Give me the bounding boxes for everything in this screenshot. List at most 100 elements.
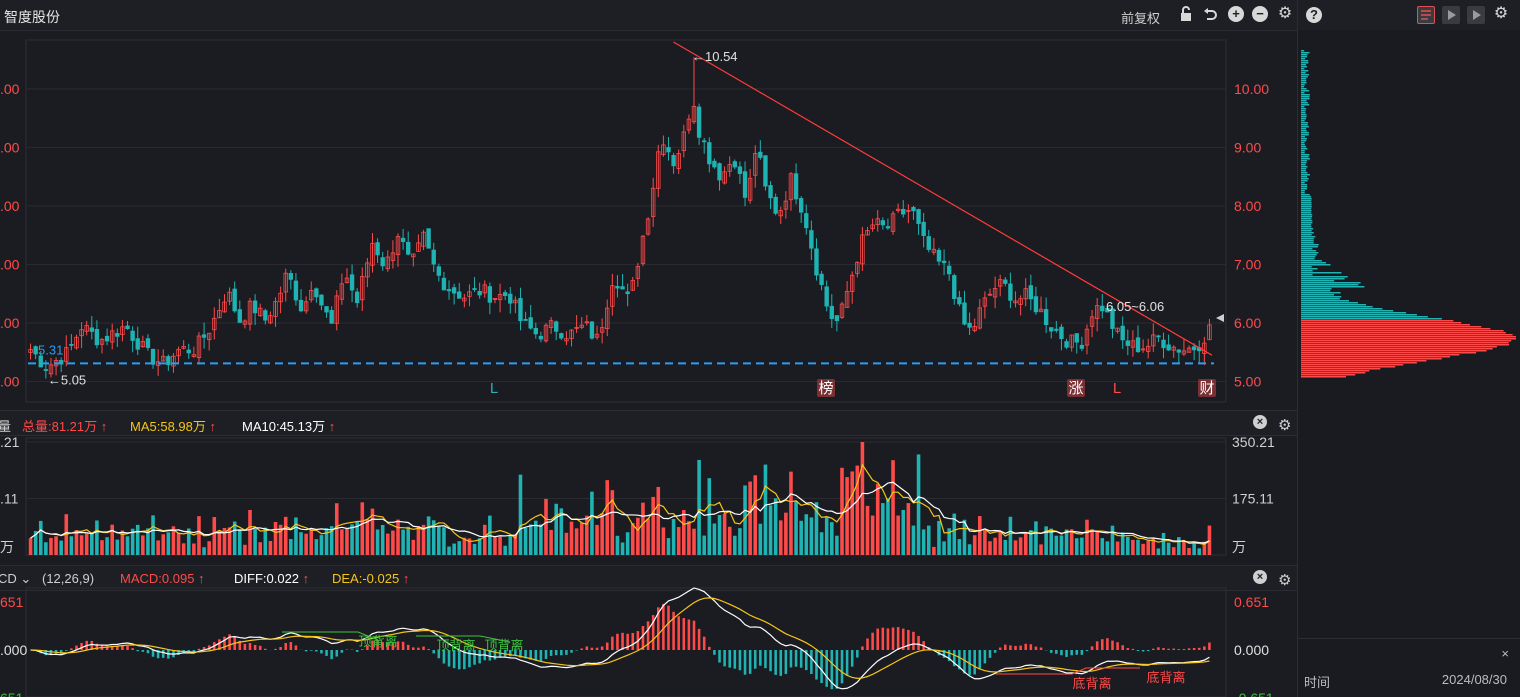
help-icon[interactable]: ?	[1306, 7, 1322, 23]
chip-bar	[1301, 236, 1316, 238]
price-candle	[395, 236, 401, 256]
volume-bar	[135, 524, 140, 555]
volume-bar	[569, 521, 574, 555]
volume-bar	[574, 528, 579, 555]
chip-bar	[1301, 112, 1306, 114]
price-candle	[1094, 305, 1100, 319]
volume-bar	[401, 529, 405, 555]
price-candle	[982, 297, 988, 307]
price-candle	[1207, 324, 1212, 341]
volume-bar	[33, 531, 38, 555]
price-candle	[324, 306, 329, 313]
volume-bar	[1126, 536, 1130, 555]
chip-bar	[1301, 170, 1307, 172]
chip-bar	[1301, 288, 1332, 290]
price-candle	[467, 291, 472, 297]
price-candle	[931, 248, 937, 253]
chip-distribution	[1301, 50, 1516, 378]
zoom-out-icon[interactable]: −	[1252, 6, 1268, 22]
price-candle	[186, 349, 191, 354]
macd-indicator-label[interactable]: CD ⌄	[0, 571, 31, 587]
event-marker: L	[490, 380, 498, 397]
volume-bar	[477, 538, 482, 555]
price-candle	[1033, 296, 1039, 313]
price-candle	[890, 213, 896, 232]
chip-bar	[1301, 216, 1313, 218]
price-candle	[130, 330, 135, 341]
volume-bar	[49, 537, 53, 555]
right-panel: ⚙ × 时间 2024/08/30	[1297, 0, 1520, 697]
price-tick-right: 6.00	[1234, 315, 1261, 331]
volume-bar	[717, 514, 722, 555]
volume-bar	[789, 471, 793, 555]
volume-bar	[294, 517, 298, 555]
chip-bar	[1301, 78, 1307, 80]
volume-bar	[600, 513, 604, 555]
chip-bar	[1301, 278, 1345, 280]
price-candle	[717, 163, 722, 181]
price-candle	[416, 242, 421, 252]
volume-settings-gear-icon[interactable]: ⚙	[1278, 416, 1291, 434]
chip-bar	[1301, 366, 1396, 368]
volume-bar	[564, 532, 569, 555]
chip-bar	[1301, 150, 1305, 152]
volume-bar	[28, 538, 33, 555]
volume-bar	[778, 520, 783, 555]
volume-bar	[794, 501, 798, 555]
price-candle	[712, 160, 717, 168]
volume-bar	[534, 520, 538, 555]
price-tick-right: 9.00	[1234, 139, 1261, 155]
volume-bar	[146, 528, 150, 555]
chip-bar	[1301, 220, 1313, 222]
volume-bar	[44, 542, 48, 555]
volume-bar	[1156, 548, 1161, 555]
chip-bar	[1301, 206, 1312, 208]
volume-bar	[1177, 537, 1181, 555]
volume-bar	[263, 527, 268, 555]
chip-bar	[1301, 360, 1427, 362]
divergence-label: 顶背离	[358, 634, 397, 649]
price-candle	[630, 279, 635, 291]
chip-bar	[1301, 280, 1335, 282]
close-icon[interactable]: ×	[1501, 646, 1509, 661]
price-candle	[334, 295, 339, 324]
undo-icon[interactable]	[1202, 6, 1218, 22]
chip-bar	[1301, 156, 1309, 158]
volume-bar	[733, 535, 737, 555]
price-candle	[594, 333, 600, 338]
price-candles	[28, 41, 1224, 379]
macd-params: (12,26,9)	[42, 571, 95, 586]
price-candle	[217, 310, 222, 319]
price-candle	[303, 301, 309, 312]
price-candle	[860, 234, 865, 265]
price-candle	[1064, 341, 1069, 348]
chip-bar	[1301, 270, 1313, 272]
volume-bar	[727, 526, 732, 555]
volume-bar	[130, 528, 135, 555]
zoom-in-icon[interactable]: +	[1228, 6, 1244, 22]
lock-icon[interactable]	[1178, 6, 1194, 22]
chip-bar	[1301, 190, 1305, 192]
close-macd-panel-icon[interactable]: ×	[1253, 570, 1267, 584]
price-candle	[385, 256, 390, 270]
chip-bar	[1301, 296, 1342, 298]
volume-bar	[932, 546, 936, 555]
price-candle	[309, 289, 314, 301]
price-candle	[1003, 279, 1008, 284]
stock-chart[interactable]: 10.00 .00 9.00 .00 8.00 .00 7.00 .00 6.00 .00 5.00…	[0, 0, 1297, 697]
volume-bar	[345, 528, 349, 555]
price-candle	[161, 355, 166, 362]
volume-bar	[1166, 542, 1171, 555]
chip-bar	[1301, 184, 1308, 186]
close-volume-panel-icon[interactable]: ×	[1253, 415, 1267, 429]
price-candle	[237, 309, 242, 323]
price-candle	[1191, 346, 1197, 351]
macd-tick-right: 0.651	[1234, 594, 1269, 610]
price-candle	[880, 220, 886, 226]
settings-gear-icon[interactable]: ⚙	[1277, 6, 1293, 22]
macd-settings-gear-icon[interactable]: ⚙	[1278, 571, 1291, 589]
fuquan-toggle[interactable]: 前复权	[1121, 8, 1160, 27]
volume-indicator-label[interactable]: 量	[0, 416, 11, 435]
volume-bar	[559, 508, 564, 555]
chip-bar	[1301, 168, 1307, 170]
